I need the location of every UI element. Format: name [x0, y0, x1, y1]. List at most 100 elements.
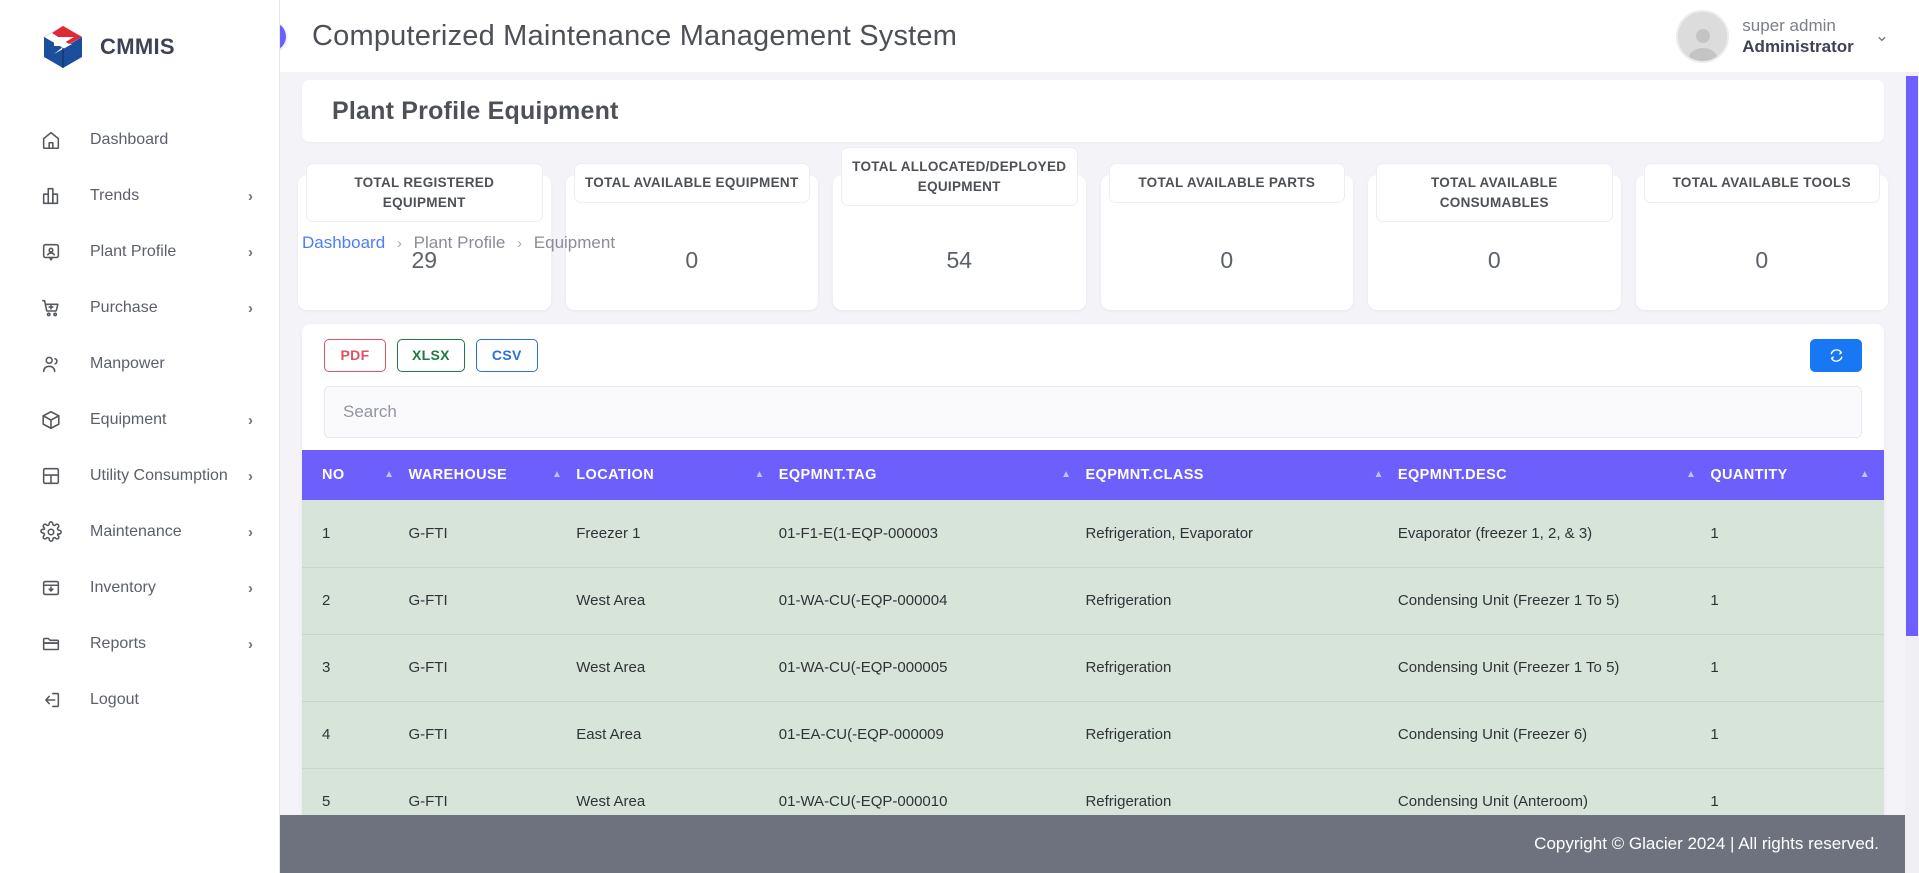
stat-card-total-available-parts[interactable]: TOTAL AVAILABLE PARTS 0: [1100, 163, 1353, 310]
breadcrumb-link-dashboard[interactable]: Dashboard: [302, 233, 385, 252]
column-header-eqpmnt-tag[interactable]: EQPMNT.TAG ▲: [778, 450, 1086, 500]
refresh-button[interactable]: [1810, 338, 1862, 372]
stat-card-total-available-consumables[interactable]: TOTAL AVAILABLE CONSUMABLES 0: [1368, 163, 1621, 310]
breadcrumb-item-plant-profile[interactable]: Plant Profile: [414, 233, 506, 252]
stat-card-value: 0: [685, 247, 699, 273]
table-body: 1 G-FTI Freezer 1 01-F1-E(1-EQP-000003 R…: [302, 500, 1884, 836]
sort-ascending-icon[interactable]: ▲: [754, 470, 764, 480]
sidebar-item-label: Inventory: [90, 579, 156, 596]
cell-warehouse: G-FTI: [408, 567, 577, 635]
cell-warehouse: G-FTI: [408, 500, 577, 568]
bar-chart-icon: [38, 183, 64, 209]
main-content: Plant Profile Equipment TOTAL REGISTERED…: [280, 72, 1919, 873]
search-input[interactable]: [324, 386, 1862, 438]
sort-ascending-icon[interactable]: ▲: [1686, 470, 1696, 480]
gear-icon: [38, 519, 64, 545]
sort-ascending-icon[interactable]: ▲: [384, 470, 394, 480]
chevron-right-icon: ›: [248, 635, 253, 653]
cell-desc: Condensing Unit (Freezer 1 To 5): [1397, 567, 1711, 635]
cmmis-logo-icon: [40, 24, 86, 70]
column-header-eqpmnt-class[interactable]: EQPMNT.CLASS ▲: [1085, 450, 1398, 500]
cart-icon: [38, 295, 64, 321]
sidebar-item-label: Dashboard: [90, 131, 169, 148]
sidebar-item-utility-consumption[interactable]: Utility Consumption ›: [0, 448, 279, 504]
cell-tag: 01-EA-CU(-EQP-000009: [778, 701, 1086, 769]
equipment-table: NO ▲ WAREHOUSE ▲ LOCATION ▲ EQPMNT.TAG ▲…: [302, 450, 1884, 836]
user-name: super admin: [1742, 15, 1836, 35]
sidebar-item-trends[interactable]: Trends ›: [0, 168, 279, 224]
sidebar-item-logout[interactable]: Logout: [0, 672, 279, 728]
stat-card-title: TOTAL AVAILABLE CONSUMABLES: [1376, 163, 1613, 223]
sidebar-item-purchase[interactable]: Purchase ›: [0, 280, 279, 336]
app-title: Computerized Maintenance Management Syst…: [312, 19, 958, 52]
brand[interactable]: CMMIS: [0, 0, 279, 72]
sidebar-item-label: Utility Consumption: [90, 467, 228, 484]
box-icon: [38, 407, 64, 433]
cell-no: 1: [302, 500, 409, 568]
sidebar-item-plant-profile[interactable]: Plant Profile ›: [0, 224, 279, 280]
sort-ascending-icon[interactable]: ▲: [1860, 470, 1870, 480]
sidebar-nav: Dashboard Trends › Plant Profile › Purch…: [0, 112, 279, 728]
column-header-warehouse[interactable]: WAREHOUSE ▲: [408, 450, 577, 500]
sidebar-item-manpower[interactable]: Manpower: [0, 336, 279, 392]
sidebar-item-inventory[interactable]: Inventory ›: [0, 560, 279, 616]
sidebar-item-label: Purchase: [90, 299, 158, 316]
sidebar-item-maintenance[interactable]: Maintenance ›: [0, 504, 279, 560]
table-row[interactable]: 4 G-FTI East Area 01-EA-CU(-EQP-000009 R…: [302, 701, 1884, 769]
column-header-location[interactable]: LOCATION ▲: [576, 450, 779, 500]
user-menu[interactable]: super admin Administrator ⌄: [1676, 9, 1889, 63]
footer: Copyright © Glacier 2024 | All rights re…: [280, 815, 1919, 873]
layout-icon: [38, 463, 64, 489]
export-csv-button[interactable]: CSV: [475, 338, 538, 372]
column-label: QUANTITY: [1710, 467, 1788, 483]
cell-class: Refrigeration, Evaporator: [1085, 500, 1398, 568]
chevron-right-icon: ›: [248, 243, 253, 261]
table-row[interactable]: 2 G-FTI West Area 01-WA-CU(-EQP-000004 R…: [302, 567, 1884, 635]
export-toolbar: PDF XLSX CSV: [302, 324, 1884, 386]
cell-tag: 01-WA-CU(-EQP-000004: [778, 567, 1086, 635]
column-label: NO: [322, 467, 345, 483]
export-xlsx-button[interactable]: XLSX: [397, 338, 465, 372]
sort-ascending-icon[interactable]: ▲: [1061, 470, 1071, 480]
search-row: [302, 386, 1884, 450]
users-icon: [38, 351, 64, 377]
cell-location: West Area: [576, 567, 779, 635]
cell-quantity: 1: [1710, 701, 1884, 769]
table-row[interactable]: 3 G-FTI West Area 01-WA-CU(-EQP-000005 R…: [302, 634, 1884, 702]
sort-ascending-icon[interactable]: ▲: [1374, 470, 1384, 480]
table-scroll-area[interactable]: NO ▲ WAREHOUSE ▲ LOCATION ▲ EQPMNT.TAG ▲…: [302, 450, 1884, 836]
sidebar-item-equipment[interactable]: Equipment ›: [0, 392, 279, 448]
column-header-no[interactable]: NO ▲: [302, 450, 409, 500]
sidebar-item-label: Reports: [90, 635, 147, 652]
user-role: Administrator: [1742, 37, 1854, 56]
table-header-row: NO ▲ WAREHOUSE ▲ LOCATION ▲ EQPMNT.TAG ▲…: [302, 450, 1884, 500]
stat-card-value: 0: [1487, 247, 1501, 273]
sort-ascending-icon[interactable]: ▲: [552, 470, 562, 480]
stat-card-value: 0: [1220, 247, 1234, 273]
home-icon: [38, 127, 64, 153]
stat-card-total-allocated-deployed-equipment[interactable]: TOTAL ALLOCATED/DEPLOYED EQUIPMENT 54: [833, 147, 1086, 310]
sidebar-item-label: Equipment: [90, 411, 167, 428]
page-scrollbar-thumb[interactable]: [1906, 76, 1918, 636]
cell-desc: Condensing Unit (Freezer 1 To 5): [1397, 634, 1711, 702]
cell-location: West Area: [576, 634, 779, 702]
cell-warehouse: G-FTI: [408, 634, 577, 702]
cell-location: Freezer 1: [576, 500, 779, 568]
chevron-down-icon[interactable]: ⌄: [1875, 26, 1889, 46]
sidebar-item-reports[interactable]: Reports ›: [0, 616, 279, 672]
chevron-right-icon: ›: [248, 187, 253, 205]
sidebar-item-dashboard[interactable]: Dashboard: [0, 112, 279, 168]
stat-card-total-available-tools[interactable]: TOTAL AVAILABLE TOOLS 0: [1635, 163, 1888, 310]
column-header-eqpmnt-desc[interactable]: EQPMNT.DESC ▲: [1397, 450, 1711, 500]
sidebar: CMMIS Dashboard Trends › Plant Profile ›: [0, 0, 280, 873]
table-row[interactable]: 1 G-FTI Freezer 1 01-F1-E(1-EQP-000003 R…: [302, 500, 1884, 568]
cell-class: Refrigeration: [1085, 701, 1398, 769]
sidebar-item-label: Maintenance: [90, 523, 182, 540]
sidebar-item-label: Plant Profile: [90, 243, 177, 260]
page-title: Plant Profile Equipment: [332, 96, 619, 125]
column-header-quantity[interactable]: QUANTITY ▲: [1710, 450, 1884, 500]
brand-name: CMMIS: [100, 34, 175, 59]
cell-location: East Area: [576, 701, 779, 769]
export-pdf-button[interactable]: PDF: [324, 338, 386, 372]
stat-card-value: 54: [946, 247, 973, 273]
